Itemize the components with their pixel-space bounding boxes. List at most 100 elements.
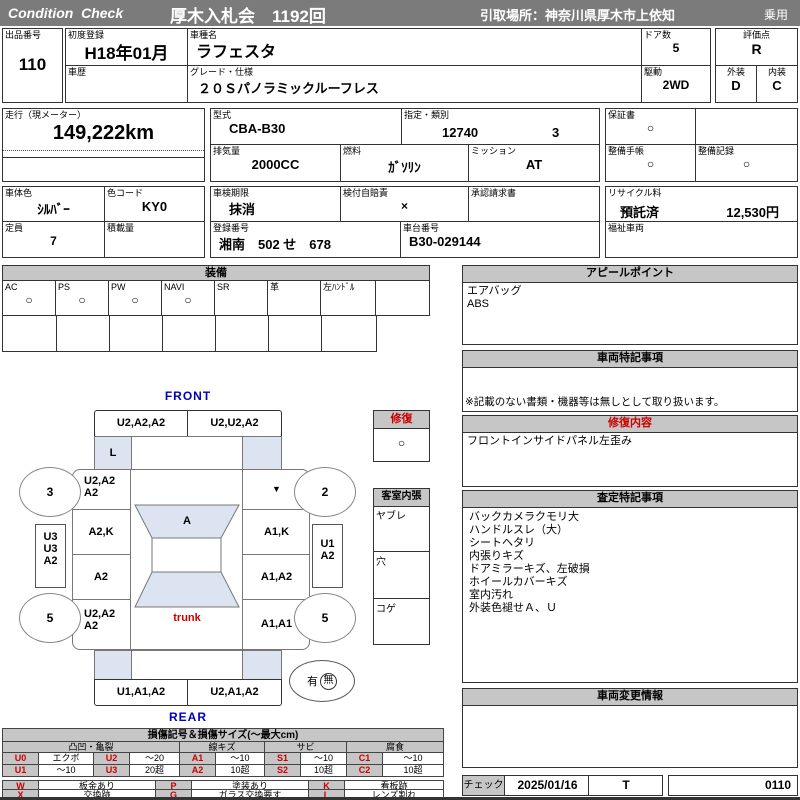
equipment-empty-divider: [268, 316, 269, 351]
recycle-status: 預託済: [620, 202, 659, 221]
inspection-value: 抹消: [211, 199, 340, 218]
approval-label: 承認請求書: [469, 187, 599, 199]
mileage-cell: 走行（現メーター） 149,222km: [2, 108, 205, 182]
equipment-label: NAVI: [162, 281, 214, 293]
assessment-line: ハンドルスレ（大）: [469, 524, 797, 537]
equipment-value: ○: [109, 293, 161, 307]
insurance-cell: 検付自賠責 ×: [340, 186, 469, 222]
taillight-left: [94, 650, 132, 680]
headlight-left: L: [94, 436, 132, 470]
capacity-value: 7: [3, 234, 104, 248]
maintenance-book-cell: 整備手帳 ○: [605, 144, 696, 182]
grade-value: ２０Ｓパノラミックルーフレス: [188, 78, 641, 97]
exterior-grade-cell: 外装 D: [715, 65, 757, 103]
door-rear-left: A2: [72, 555, 131, 600]
load-label: 積載量: [105, 222, 204, 234]
quarter-left-line1: U2,A2: [84, 608, 130, 620]
lot-number-cell: 出品番号 110: [2, 28, 63, 103]
sill-right-line: U1: [313, 538, 342, 550]
equipment-empty-divider: [321, 316, 322, 351]
equipment-cell-extra: [375, 280, 430, 316]
appeal-panel-header: アピールポイント: [463, 266, 797, 283]
doors-value: 5: [642, 41, 710, 55]
legend-code: C2: [346, 764, 383, 777]
wheel-front-left: 3: [19, 467, 81, 517]
model-code-cell: 型式 CBA-B30: [210, 108, 402, 145]
maintenance-record-label: 整備記録: [696, 145, 797, 157]
check-row: チェック 2025/01/16 T: [462, 775, 663, 796]
spare-presence-ellipse: 有 無: [289, 660, 355, 702]
repair-content-line: フロントインサイドパネル左歪み: [463, 433, 797, 450]
check-number-value: 0110: [669, 776, 797, 795]
recycle-fee-value: 12,530円: [726, 202, 779, 221]
door-front-right: A1,K: [242, 510, 310, 555]
fuel-cell: 燃料 ｶﾞｿﾘﾝ: [340, 144, 469, 182]
assessment-panel-header: 査定特記事項: [463, 491, 797, 508]
sill-right: U1 A2: [312, 524, 343, 588]
door-rear-right: A1,A2: [242, 555, 310, 600]
inspection-label: 車検期限: [211, 187, 340, 199]
auction-title: 厚木入札会 1192回: [170, 2, 326, 27]
grade-point-cell: 評価点 R: [715, 28, 798, 66]
interior-grade-label: 内装: [757, 66, 797, 78]
sill-left: U3 U3 A2: [35, 524, 66, 588]
repair-content-panel: 修復内容 フロントインサイドパネル左歪み: [462, 415, 798, 487]
top-bar: Condition Check 厚木入札会 1192回 引取場所：神奈川県厚木市…: [0, 0, 800, 26]
grade-cell: グレード・仕様 ２０Ｓパノラミックルーフレス: [187, 65, 642, 103]
maintenance-record-cell: 整備記録 ○: [695, 144, 798, 182]
equipment-cell-navi: NAVI ○: [161, 280, 215, 316]
chassis-number-label: 車台番号: [401, 222, 599, 234]
history-cell: 車歴: [65, 65, 188, 103]
legend-title: 損傷記号＆損傷サイズ(〜最大cm): [2, 728, 444, 742]
recycle-fee-label: リサイクル料: [606, 187, 797, 199]
equipment-label: AC: [3, 281, 55, 293]
presence-no-circled: 無: [320, 673, 337, 690]
chassis-number-cell: 車台番号 B30-029144: [400, 221, 600, 258]
equipment-label: 左ﾊﾝﾄﾞﾙ: [321, 281, 375, 293]
legend-code: U3: [93, 764, 130, 777]
model-name-cell: 車種名 ラフェスタ: [187, 28, 642, 66]
equipment-value: ○: [56, 293, 108, 307]
welfare-label: 福祉車両: [606, 222, 797, 234]
headlight-right: [242, 436, 282, 470]
first-registration-value: H18年01月: [66, 39, 187, 64]
appeal-panel: アピールポイント エアバッグ ABS: [462, 265, 798, 345]
recycle-fee-cell: リサイクル料 預託済 12,530円: [605, 186, 798, 222]
lot-number-value: 110: [3, 55, 62, 75]
quarter-left: U2,A2 A2: [72, 600, 131, 650]
change-info-panel: 車両変更情報: [462, 688, 798, 768]
body-color-label: 車体色: [3, 187, 104, 199]
vehicle-category: 乗用: [764, 6, 788, 23]
model-name-value: ラフェスタ: [188, 38, 641, 62]
assessment-line: バックカメラクモリ大: [469, 511, 797, 524]
equipment-cell-ac: AC ○: [2, 280, 56, 316]
grade-label: グレード・仕様: [188, 66, 641, 78]
cabin-interior-box: 客室内張 ヤブレ 穴 コゲ: [373, 488, 430, 645]
sill-right-line: A2: [313, 550, 342, 562]
legend-code: A2: [179, 764, 216, 777]
door-front-left: A2,K: [72, 510, 131, 555]
drive-value: 2WD: [642, 78, 710, 92]
front-bumper-left: U2,A2,A2: [94, 410, 188, 437]
appeal-line: ABS: [463, 298, 797, 313]
assessment-line: ホイールカバーキズ: [469, 576, 797, 589]
displacement-value: 2000CC: [211, 157, 340, 172]
wheel-rear-left: 5: [19, 593, 81, 643]
check-label-cell: チェック: [463, 776, 505, 795]
presence-yes: 有: [307, 673, 318, 689]
class-label: 指定・類別: [402, 109, 599, 121]
repair-mini-value: ○: [374, 436, 429, 450]
drive-label: 駆動: [642, 66, 710, 78]
equipment-value: ○: [3, 293, 55, 307]
windshield-mark: A: [131, 515, 243, 527]
notes-footnote: ※記載のない書類・機器等は無しとして取り扱います。: [465, 394, 724, 409]
color-code-label: 色コード: [105, 187, 204, 199]
sill-left-line: A2: [36, 555, 65, 567]
interior-grade-value: C: [757, 78, 797, 93]
legend-desc: 10超: [382, 764, 444, 777]
warranty-cell: 保証書 ○: [605, 108, 696, 145]
warranty-value: ○: [606, 121, 695, 135]
assessment-line: シートヘタリ: [469, 537, 797, 550]
assessment-line: ドアミラーキズ、左破損: [469, 563, 797, 576]
fender-front-left-line2: A2: [84, 487, 130, 499]
